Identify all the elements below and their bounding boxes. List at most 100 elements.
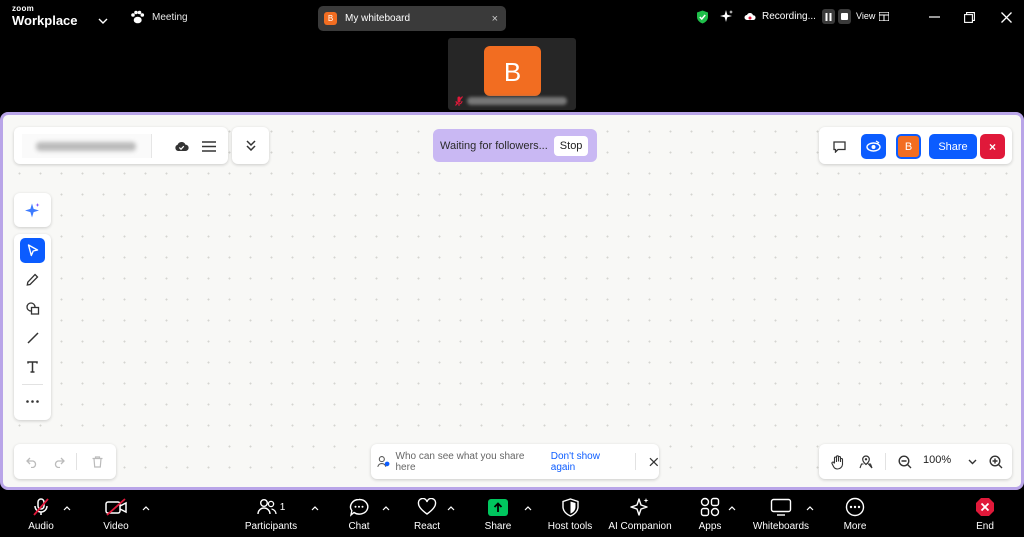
- zoom-divider: [885, 453, 886, 470]
- follow-status-text: Waiting for followers...: [440, 139, 548, 152]
- zoom-in-icon[interactable]: [984, 450, 1008, 474]
- chevron-down-icon[interactable]: [98, 12, 108, 30]
- audio-options-caret[interactable]: [63, 504, 71, 512]
- stop-icon: [840, 13, 848, 20]
- heart-icon: [417, 496, 437, 518]
- zoom-level[interactable]: 100%: [923, 454, 951, 466]
- undo-icon[interactable]: [21, 451, 43, 473]
- more-icon: [26, 400, 39, 403]
- paw-icon: [131, 10, 145, 24]
- participants-button[interactable]: 1 Participants: [226, 496, 316, 532]
- ai-sparkle-icon[interactable]: [719, 9, 734, 24]
- follow-me-icon: [866, 140, 881, 152]
- pen-icon: [26, 273, 39, 286]
- text-tool[interactable]: [20, 354, 45, 379]
- dont-show-again-link[interactable]: Don't show again: [551, 451, 625, 473]
- tab-title: My whiteboard: [345, 13, 411, 24]
- follow-status-bar: Waiting for followers... Stop: [433, 129, 597, 162]
- cloud-save-icon[interactable]: [170, 135, 192, 157]
- more-label: More: [843, 521, 867, 532]
- collapse-panel-button[interactable]: [232, 127, 269, 164]
- ai-sparkle-icon: [20, 198, 45, 222]
- chevron-down-icon[interactable]: [964, 450, 980, 474]
- mic-muted-icon: [31, 496, 51, 518]
- zoom-window: zoom Workplace Meeting B My whiteboard ×…: [0, 0, 1024, 537]
- whiteboard-icon: [770, 496, 792, 518]
- history-divider: [76, 453, 77, 470]
- shield-check-icon[interactable]: [696, 10, 709, 24]
- restore-button[interactable]: [961, 9, 977, 25]
- history-panel: [14, 444, 116, 479]
- minimize-button[interactable]: [926, 9, 942, 25]
- cloud-record-icon: [744, 12, 756, 20]
- menu-icon[interactable]: [198, 135, 220, 157]
- people-visibility-icon: [377, 456, 390, 468]
- host-tools-label: Host tools: [547, 521, 593, 532]
- user-avatar[interactable]: B: [896, 134, 921, 159]
- video-label: Video: [103, 521, 129, 532]
- stop-follow-button[interactable]: Stop: [553, 135, 589, 156]
- close-whiteboard-button[interactable]: ×: [980, 134, 1005, 159]
- end-icon: [975, 496, 995, 518]
- line-icon: [26, 331, 39, 344]
- restore-icon: [963, 11, 975, 23]
- view-label: View: [856, 11, 876, 21]
- minimize-icon: [928, 16, 940, 18]
- notice-divider: [635, 453, 637, 470]
- chat-label: Chat: [348, 521, 370, 532]
- pause-recording-button[interactable]: [821, 9, 835, 24]
- video-options-caret[interactable]: [142, 504, 150, 512]
- shield-icon: [561, 496, 579, 518]
- hand-pan-icon[interactable]: [826, 450, 850, 474]
- notice-text: Who can see what you share here: [395, 450, 525, 473]
- stop-recording-button[interactable]: [837, 9, 851, 24]
- view-button[interactable]: View: [856, 11, 890, 21]
- meeting-tab[interactable]: Meeting: [130, 10, 188, 24]
- text-icon: [27, 360, 38, 373]
- participants-icon: 1: [257, 496, 286, 518]
- line-tool[interactable]: [20, 325, 45, 350]
- video-button[interactable]: Video: [71, 496, 161, 532]
- whiteboard-canvas[interactable]: Waiting for followers... Stop B Share ×: [0, 112, 1024, 490]
- apps-icon: [700, 496, 720, 518]
- react-label: React: [413, 521, 441, 532]
- grid-view-icon: [879, 11, 890, 21]
- tools-divider: [22, 384, 43, 385]
- select-tool[interactable]: [20, 238, 45, 263]
- title-bar: zoom Workplace Meeting B My whiteboard ×…: [0, 0, 1024, 36]
- shapes-tool[interactable]: [20, 296, 45, 321]
- more-tools-button[interactable]: [20, 389, 45, 414]
- cursor-icon: [27, 244, 38, 257]
- follow-me-button[interactable]: [861, 134, 886, 159]
- recording-label: Recording...: [762, 11, 816, 22]
- participant-video-tile[interactable]: B: [448, 38, 576, 110]
- location-pin-icon[interactable]: [854, 450, 878, 474]
- ai-companion-label: AI Companion: [608, 521, 672, 532]
- redo-icon[interactable]: [48, 451, 70, 473]
- ai-assist-button[interactable]: [14, 193, 51, 227]
- pen-tool[interactable]: [20, 267, 45, 292]
- participants-count: 1: [279, 501, 286, 513]
- shapes-icon: [25, 302, 39, 315]
- video-off-icon: [104, 496, 128, 518]
- more-button[interactable]: More: [810, 496, 900, 532]
- tab-avatar: B: [324, 12, 337, 25]
- apps-options-caret[interactable]: [728, 504, 736, 512]
- share-screen-icon: [488, 496, 508, 518]
- close-window-button[interactable]: [998, 9, 1014, 25]
- tab-close-icon[interactable]: ×: [492, 13, 498, 25]
- comment-icon[interactable]: [827, 134, 852, 159]
- pause-icon: [825, 12, 832, 21]
- share-button[interactable]: Share: [929, 134, 977, 159]
- end-label: End: [976, 521, 994, 532]
- whiteboard-tab[interactable]: B My whiteboard ×: [318, 6, 506, 31]
- zoom-out-icon[interactable]: [893, 450, 917, 474]
- logo-main-text: Workplace: [12, 13, 78, 28]
- whiteboard-title-panel: [14, 127, 228, 164]
- trash-icon[interactable]: [86, 451, 108, 473]
- whiteboards-label: Whiteboards: [752, 521, 810, 532]
- whiteboard-name-field[interactable]: [22, 134, 152, 158]
- close-icon[interactable]: [649, 457, 659, 467]
- apps-label: Apps: [698, 521, 722, 532]
- end-meeting-button[interactable]: End: [940, 496, 1024, 532]
